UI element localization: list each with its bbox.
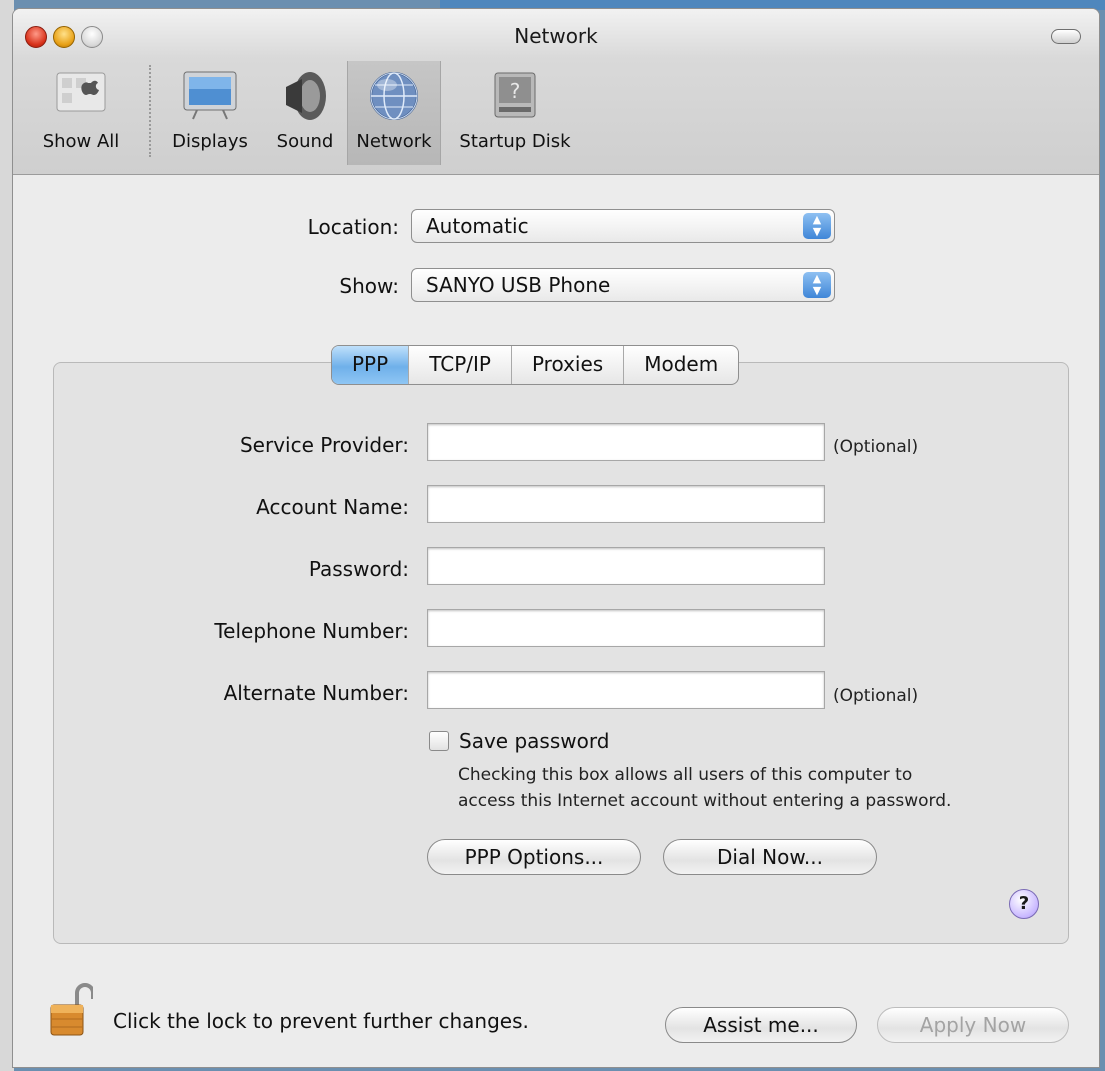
save-password-note-line-1: Checking this box allows all users of th… [458,765,913,785]
tab-bar: PPP TCP/IP Proxies Modem [331,345,740,385]
save-password-label: Save password [459,729,610,753]
toolbar-separator [149,65,151,157]
display-icon [181,69,239,125]
toolbar-toggle-button[interactable] [1051,29,1081,44]
speaker-icon [280,69,330,127]
location-value: Automatic [426,214,529,238]
toolbar-item-sound[interactable]: Sound [265,61,345,165]
network-preferences-window: Network Show All Displays Sound Network … [12,8,1100,1068]
tab-proxies[interactable]: Proxies [510,346,623,384]
window-title: Network [514,24,598,48]
service-provider-optional-hint: (Optional) [833,437,919,457]
alternate-number-optional-hint: (Optional) [833,686,919,706]
apply-now-button[interactable]: Apply Now [877,1007,1069,1043]
toolbar-label-network: Network [356,131,432,152]
alternate-number-label: Alternate Number: [223,681,409,705]
show-label: Show: [339,274,399,298]
popup-arrows-icon: ▲ ▼ [803,272,831,298]
toolbar-label-sound: Sound [276,131,334,152]
toolbar-item-network[interactable]: Network [347,61,441,165]
ppp-options-button[interactable]: PPP Options... [427,839,641,875]
account-name-label: Account Name: [256,495,409,519]
location-popup[interactable]: Automatic ▲ ▼ [411,209,835,243]
toolbar-item-show-all[interactable]: Show All [33,61,129,165]
svg-text:?: ? [510,79,521,103]
password-field[interactable] [427,547,825,585]
save-password-note-line-2: access this Internet account without ent… [458,791,952,811]
unlocked-padlock-icon[interactable] [49,981,95,1039]
apple-grid-icon [55,69,107,119]
service-provider-label: Service Provider: [239,433,409,457]
tab-modem[interactable]: Modem [623,346,738,384]
popup-arrows-icon: ▲ ▼ [803,213,831,239]
telephone-number-field[interactable] [427,609,825,647]
password-label: Password: [308,557,409,581]
account-name-field[interactable] [427,485,825,523]
toolbar-item-startup-disk[interactable]: ? Startup Disk [449,61,581,165]
tab-ppp[interactable]: PPP [332,346,409,384]
toolbar-label-show-all: Show All [42,131,120,152]
show-popup[interactable]: SANYO USB Phone ▲ ▼ [411,268,835,302]
location-label: Location: [307,215,399,239]
toolbar-label-displays: Displays [172,131,248,152]
show-value: SANYO USB Phone [426,273,611,297]
alternate-number-field[interactable] [427,671,825,709]
telephone-number-label: Telephone Number: [214,619,409,643]
lock-hint-text: Click the lock to prevent further change… [113,1009,529,1033]
network-globe-icon [367,69,421,127]
tab-tcp-ip[interactable]: TCP/IP [408,346,511,384]
dial-now-button[interactable]: Dial Now... [663,839,877,875]
toolbar-label-startup-disk: Startup Disk [459,131,571,152]
service-provider-field[interactable] [427,423,825,461]
toolbar-item-displays[interactable]: Displays [163,61,257,165]
help-button[interactable]: ? [1009,889,1039,919]
assist-me-button[interactable]: Assist me... [665,1007,857,1043]
save-password-checkbox[interactable] [429,731,449,751]
window-titlebar: Network Show All Displays Sound Network … [13,9,1099,175]
startup-disk-icon: ? [489,69,541,125]
